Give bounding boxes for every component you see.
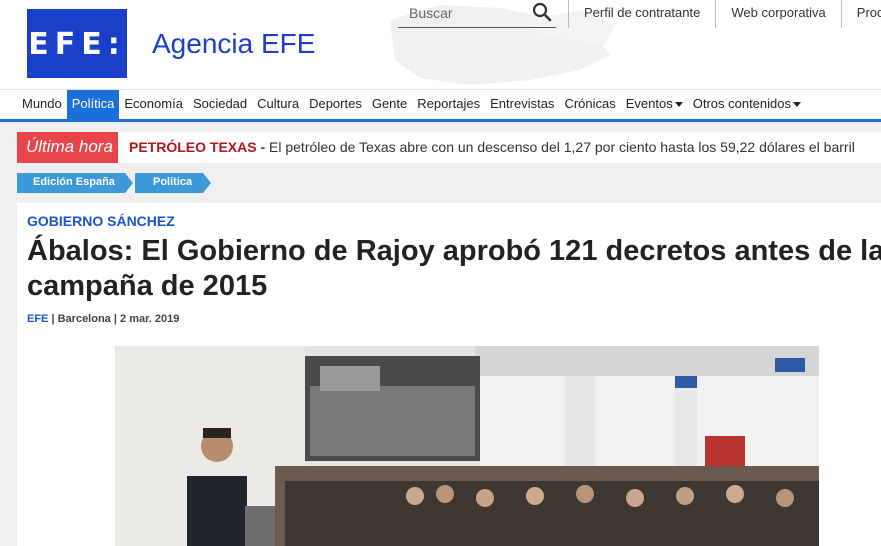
top-link-web-corporativa[interactable]: Web corporativa [715, 0, 840, 28]
nav-label-otros-contenidos: Otros contenidos [692, 96, 791, 111]
article-date: 2 mar. 2019 [120, 313, 180, 325]
breaking-news-label: Última hora [17, 132, 118, 163]
chevron-down-icon [793, 102, 801, 108]
top-links: Perfil de contratante Web corporativa Pr… [568, 0, 881, 28]
breaking-news-bar[interactable]: Última hora PETRÓLEO TEXAS - El petróleo… [17, 132, 881, 163]
nav-accent-line [0, 119, 881, 122]
nav-item-cultura[interactable]: Cultura [252, 90, 304, 119]
article-source[interactable]: EFE [27, 313, 48, 325]
article-kicker[interactable]: GOBIERNO SÁNCHEZ [27, 213, 175, 229]
nav-item-sociedad[interactable]: Sociedad [188, 90, 252, 119]
breaking-news-body: El petróleo de Texas abre con un descens… [269, 139, 855, 155]
nav-item-mundo[interactable]: Mundo [17, 90, 67, 119]
nav-item-eventos[interactable]: Eventos [621, 90, 688, 119]
nav-item-otros-contenidos[interactable]: Otros contenidos [688, 90, 806, 119]
breadcrumb-politica[interactable]: Política [135, 173, 211, 193]
efe-logo[interactable]: EFE: [27, 9, 127, 78]
breadcrumb-edicion-espana[interactable]: Edición España [17, 173, 133, 193]
article-meta: EFE | Barcelona | 2 mar. 2019 [27, 313, 179, 325]
nav-item-gente[interactable]: Gente [367, 90, 412, 119]
nav-item-deportes[interactable]: Deportes [304, 90, 367, 119]
top-link-productos[interactable]: Prod [840, 0, 881, 28]
nav-item-cronicas[interactable]: Crónicas [559, 90, 620, 119]
logo-text: EFE: [28, 27, 126, 62]
site-header: EFE: Agencia EFE Perfil de contratante W… [0, 0, 881, 89]
nav-label-eventos: Eventos [625, 96, 673, 111]
chevron-down-icon [674, 102, 683, 108]
breaking-news-headline: PETRÓLEO TEXAS - [129, 139, 266, 155]
article-city: Barcelona [57, 313, 111, 325]
article: GOBIERNO SÁNCHEZ Ábalos: El Gobierno de … [17, 203, 881, 546]
nav-item-entrevistas[interactable]: Entrevistas [485, 90, 559, 119]
search-input[interactable] [398, 2, 523, 24]
main-nav: Mundo Política Economía Sociedad Cultura… [0, 89, 881, 119]
nav-item-economia[interactable]: Economía [119, 90, 188, 119]
article-photo [115, 346, 819, 546]
nav-item-reportajes[interactable]: Reportajes [412, 90, 485, 119]
search-box [398, 0, 556, 28]
breaking-news-text[interactable]: PETRÓLEO TEXAS - El petróleo de Texas ab… [129, 139, 855, 155]
brand-name[interactable]: Agencia EFE [152, 28, 315, 60]
breadcrumb: Edición España Política [17, 173, 211, 193]
top-link-perfil-contratante[interactable]: Perfil de contratante [568, 0, 715, 28]
article-title: Ábalos: El Gobierno de Rajoy aprobó 121 … [27, 235, 881, 302]
nav-item-politica[interactable]: Política [66, 90, 120, 119]
search-icon[interactable] [532, 2, 552, 22]
